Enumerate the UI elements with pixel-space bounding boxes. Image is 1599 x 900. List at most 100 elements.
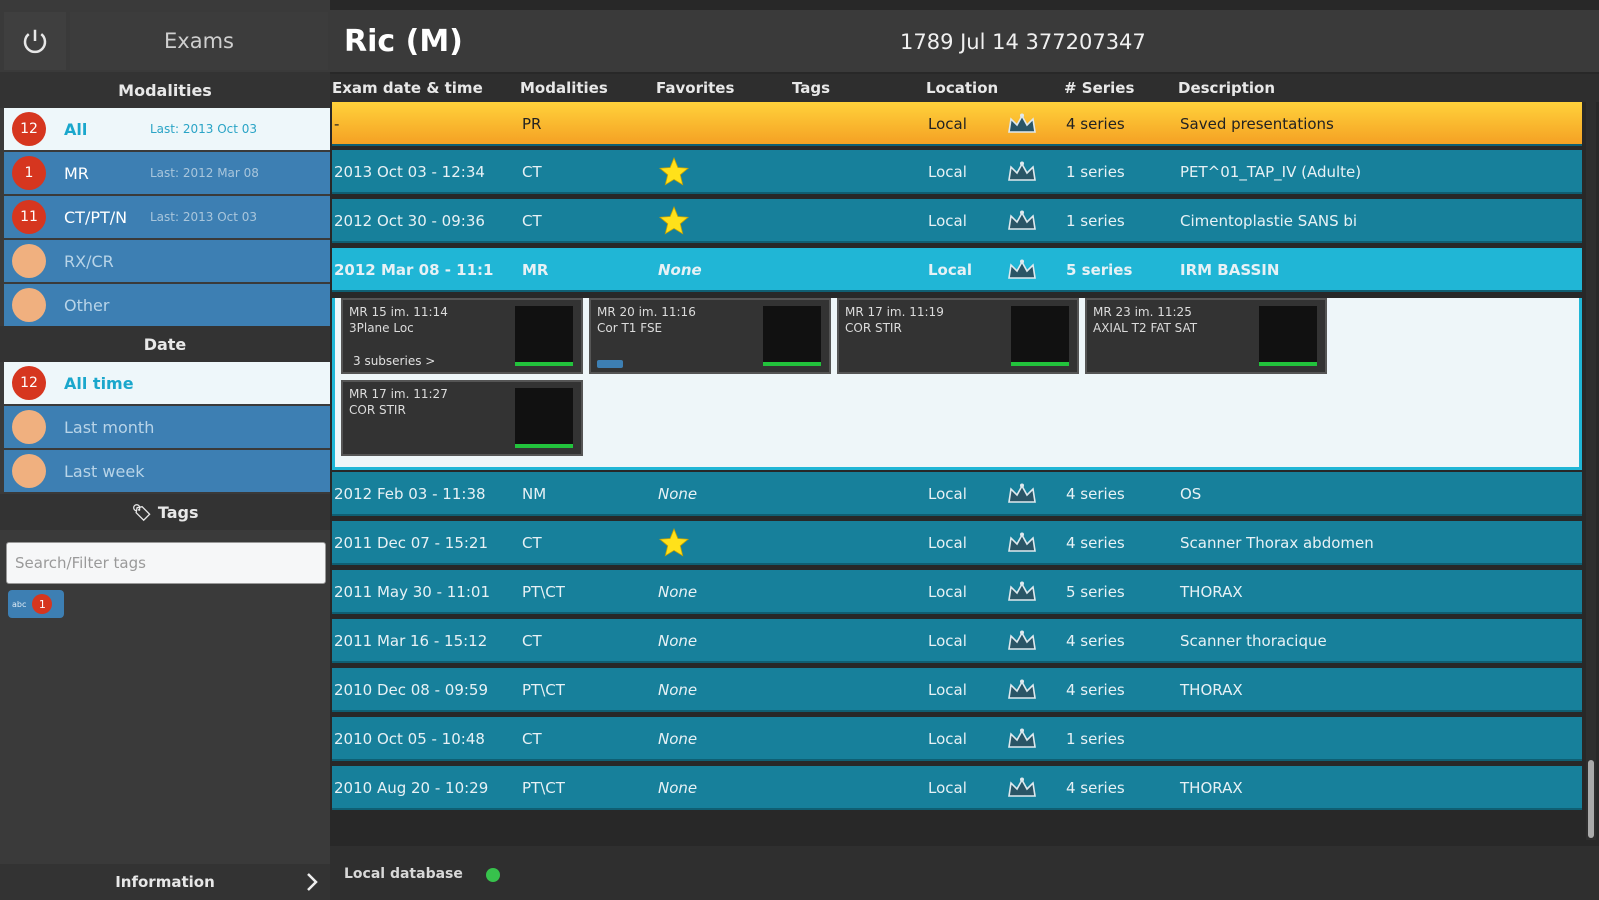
tag-search-input[interactable]	[6, 542, 326, 584]
exam-date: 2010 Dec 08 - 09:59	[334, 681, 488, 699]
favorite-none: None	[658, 632, 698, 650]
exam-description: IRM BASSIN	[1180, 261, 1280, 279]
favorite-star-icon[interactable]	[658, 205, 690, 237]
exam-row[interactable]: 2011 Mar 16 - 15:12 CT None Local 4 series Sc…	[332, 619, 1582, 663]
modality-last-date: Last: 2013 Oct 03	[150, 122, 258, 136]
favorite-none: None	[658, 583, 698, 601]
exam-series-count: 4 series	[1066, 632, 1125, 650]
favorite-none: None	[658, 730, 698, 748]
exam-location: Local	[928, 779, 967, 797]
exam-row[interactable]: 2013 Oct 03 - 12:34 CT Local 1 series PET^01…	[332, 150, 1582, 194]
favorite-none: None	[658, 261, 702, 279]
modality-item[interactable]: Other	[4, 284, 330, 326]
tags-header-label: Tags	[157, 502, 199, 522]
exam-date: -	[334, 115, 340, 133]
exams-tab[interactable]: Exams	[70, 12, 328, 70]
modality-item[interactable]: 12 All Last: 2013 Oct 03	[4, 108, 330, 150]
exam-modality: PR	[522, 115, 542, 133]
scrollbar-thumb[interactable]	[1588, 760, 1594, 838]
status-bar: Local database	[330, 846, 1599, 900]
exam-description: OS	[1180, 485, 1202, 503]
exam-row[interactable]: 2010 Aug 20 - 10:29 PT\CT None Local 4 serie…	[332, 766, 1582, 810]
modality-count-badge: 12	[12, 112, 46, 146]
modality-item[interactable]: RX/CR	[4, 240, 330, 282]
series-info: MR 15 im. 11:14 3Plane Loc	[349, 304, 448, 336]
local-storage-icon	[1006, 580, 1038, 604]
series-name: COR STIR	[349, 403, 406, 417]
column-header-tags[interactable]: Tags	[792, 79, 830, 97]
exam-row[interactable]: - PR Local 4 series Saved presentations	[332, 102, 1582, 146]
modality-label: CT/PT/N	[64, 207, 128, 227]
column-header-modalities[interactable]: Modalities	[520, 79, 608, 97]
exam-date: 2013 Oct 03 - 12:34	[334, 163, 485, 181]
tag-chip-count: 1	[32, 594, 53, 614]
modality-item[interactable]: 1 MR Last: 2012 Mar 08	[4, 152, 330, 194]
exam-modality: CT	[522, 730, 542, 748]
exam-series-count: 4 series	[1066, 681, 1125, 699]
exam-location: Local	[928, 261, 973, 279]
vertical-scrollbar[interactable]	[1586, 100, 1596, 840]
exam-date: 2012 Feb 03 - 11:38	[334, 485, 486, 503]
series-count-time: MR 17 im. 11:19	[845, 305, 944, 319]
column-header-date[interactable]: Exam date & time	[332, 79, 483, 97]
exam-row[interactable]: 2010 Oct 05 - 10:48 CT None Local 1 series	[332, 717, 1582, 761]
series-thumbnail[interactable]: MR 23 im. 11:25 AXIAL T2 FAT SAT	[1085, 298, 1327, 374]
series-info: MR 17 im. 11:19 COR STIR	[845, 304, 944, 336]
exam-location: Local	[928, 485, 967, 503]
exam-row[interactable]: 2012 Mar 08 - 11:1 MR None Local 5 series IRM…	[332, 248, 1582, 292]
exam-location: Local	[928, 632, 967, 650]
date-filter-item[interactable]: Last week	[4, 450, 330, 492]
exam-row[interactable]: 2010 Dec 08 - 09:59 PT\CT None Local 4 serie…	[332, 668, 1582, 712]
column-header-series[interactable]: # Series	[1064, 79, 1134, 97]
exam-date: 2012 Mar 08 - 11:1	[334, 261, 494, 279]
exam-description: THORAX	[1180, 583, 1243, 601]
series-preview-image	[763, 306, 821, 366]
exam-description: Scanner Thorax abdomen	[1180, 534, 1374, 552]
tag-chip[interactable]: abc 1	[8, 590, 64, 618]
exam-modality: PT\CT	[522, 681, 565, 699]
column-header-description[interactable]: Description	[1178, 79, 1275, 97]
subseries-link[interactable]: 3 subseries >	[353, 354, 435, 368]
exam-date: 2012 Oct 30 - 09:36	[334, 212, 485, 230]
exam-series-count: 1 series	[1066, 730, 1125, 748]
local-storage-icon	[1006, 727, 1038, 751]
date-filter-label: Last month	[64, 417, 155, 437]
series-thumbnail[interactable]: MR 15 im. 11:14 3Plane Loc 3 subseries >	[341, 298, 583, 374]
series-name: 3Plane Loc	[349, 321, 414, 335]
exam-row[interactable]: 2012 Oct 30 - 09:36 CT Local 1 series Ciment…	[332, 199, 1582, 243]
column-header-favorites[interactable]: Favorites	[656, 79, 734, 97]
information-button[interactable]: Information	[0, 864, 330, 900]
favorite-none: None	[658, 681, 698, 699]
date-filter-item[interactable]: 12 All time	[4, 362, 330, 404]
exam-row[interactable]: 2011 Dec 07 - 15:21 CT Local 4 series Scanne…	[332, 521, 1582, 565]
exam-location: Local	[928, 583, 967, 601]
exam-description: THORAX	[1180, 681, 1243, 699]
series-preview-image	[515, 388, 573, 448]
exam-series-count: 5 series	[1066, 583, 1125, 601]
exam-location: Local	[928, 115, 967, 133]
modality-item[interactable]: 11 CT/PT/N Last: 2013 Oct 03	[4, 196, 330, 238]
exam-description: THORAX	[1180, 779, 1243, 797]
series-thumbnail[interactable]: MR 17 im. 11:27 COR STIR	[341, 380, 583, 456]
exam-description: Scanner thoracique	[1180, 632, 1327, 650]
exam-row[interactable]: 2011 May 30 - 11:01 PT\CT None Local 5 serie…	[332, 570, 1582, 614]
column-header-location[interactable]: Location	[926, 79, 998, 97]
exam-location: Local	[928, 730, 967, 748]
exam-modality: CT	[522, 632, 542, 650]
exam-row[interactable]: 2012 Feb 03 - 11:38 NM None Local 4 series OS	[332, 472, 1582, 516]
local-storage-icon	[1006, 678, 1038, 702]
power-icon	[23, 29, 47, 54]
local-storage-icon	[1006, 482, 1038, 506]
favorite-star-icon[interactable]	[658, 527, 690, 559]
favorite-none: None	[658, 779, 698, 797]
local-storage-icon	[1006, 258, 1038, 282]
modality-label: MR	[64, 163, 89, 183]
date-filter-item[interactable]: Last month	[4, 406, 330, 448]
series-thumbnail[interactable]: MR 17 im. 11:19 COR STIR	[837, 298, 1079, 374]
power-button[interactable]	[4, 12, 66, 70]
exam-date: 2010 Oct 05 - 10:48	[334, 730, 485, 748]
series-thumbnail[interactable]: MR 20 im. 11:16 Cor T1 FSE	[589, 298, 831, 374]
patient-info: 1789 Jul 14 377207347	[900, 30, 1146, 54]
sidebar: Exams Modalities 12 All Last: 2013 Oct 03 1…	[0, 0, 330, 900]
favorite-star-icon[interactable]	[658, 156, 690, 188]
